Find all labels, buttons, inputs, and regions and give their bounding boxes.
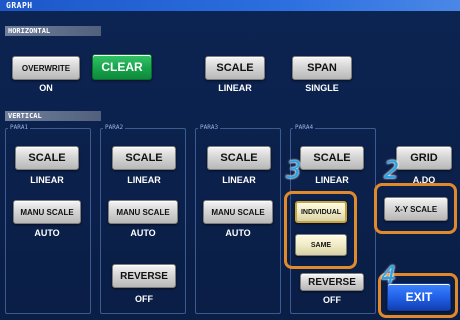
horizontal-scale-value: LINEAR [218,83,252,93]
xy-scale-button[interactable]: X-Y SCALE [384,197,448,221]
individual-button[interactable]: INDIVIDUAL [295,201,347,223]
para2-reverse-button[interactable]: REVERSE [112,264,176,288]
callout-4-number: 4 [381,261,397,289]
para3-label: PARA3 [198,124,221,131]
callout-2-number: 2 [384,156,400,184]
para1-label: PARA1 [8,124,31,131]
vertical-section-label: VERTICAL [5,111,101,121]
para1-scale-value: LINEAR [30,175,64,185]
para2-manu-scale-button[interactable]: MANU SCALE [108,200,178,224]
callout-3-number: 3 [286,156,302,184]
para4-scale-value: LINEAR [315,175,349,185]
para3-scale-button[interactable]: SCALE [207,146,271,170]
span-value: SINGLE [305,83,339,93]
window-title: GRAPH [6,1,33,10]
para4-label: PARA4 [293,124,316,131]
para2-scale-value: LINEAR [127,175,161,185]
same-button[interactable]: SAME [295,234,347,256]
title-bar: GRAPH [0,0,460,11]
clear-button[interactable]: CLEAR [92,54,152,80]
para1-manu-value: AUTO [34,228,60,238]
para1-scale-button[interactable]: SCALE [15,146,79,170]
grid-button[interactable]: GRID [396,146,452,170]
para3-manu-scale-button[interactable]: MANU SCALE [203,200,273,224]
para4-scale-button[interactable]: SCALE [300,146,364,170]
para2-manu-value: AUTO [130,228,156,238]
span-button[interactable]: SPAN [292,56,352,80]
para4-reverse-button[interactable]: REVERSE [300,273,364,291]
para2-reverse-value: OFF [135,294,153,304]
exit-button[interactable]: EXIT [387,283,451,311]
para4-reverse-value: OFF [323,295,341,305]
para3-manu-value: AUTO [225,228,251,238]
overwrite-button[interactable]: OVERWRITE [12,56,80,80]
para3-scale-value: LINEAR [222,175,256,185]
para2-scale-button[interactable]: SCALE [112,146,176,170]
para1-manu-scale-button[interactable]: MANU SCALE [13,200,81,224]
horizontal-section-label: HORIZONTAL [5,26,101,36]
graph-screen: GRAPH HORIZONTAL OVERWRITE ON CLEAR SCAL… [0,0,460,320]
para2-label: PARA2 [103,124,126,131]
horizontal-scale-button[interactable]: SCALE [205,56,265,80]
overwrite-value: ON [39,83,53,93]
